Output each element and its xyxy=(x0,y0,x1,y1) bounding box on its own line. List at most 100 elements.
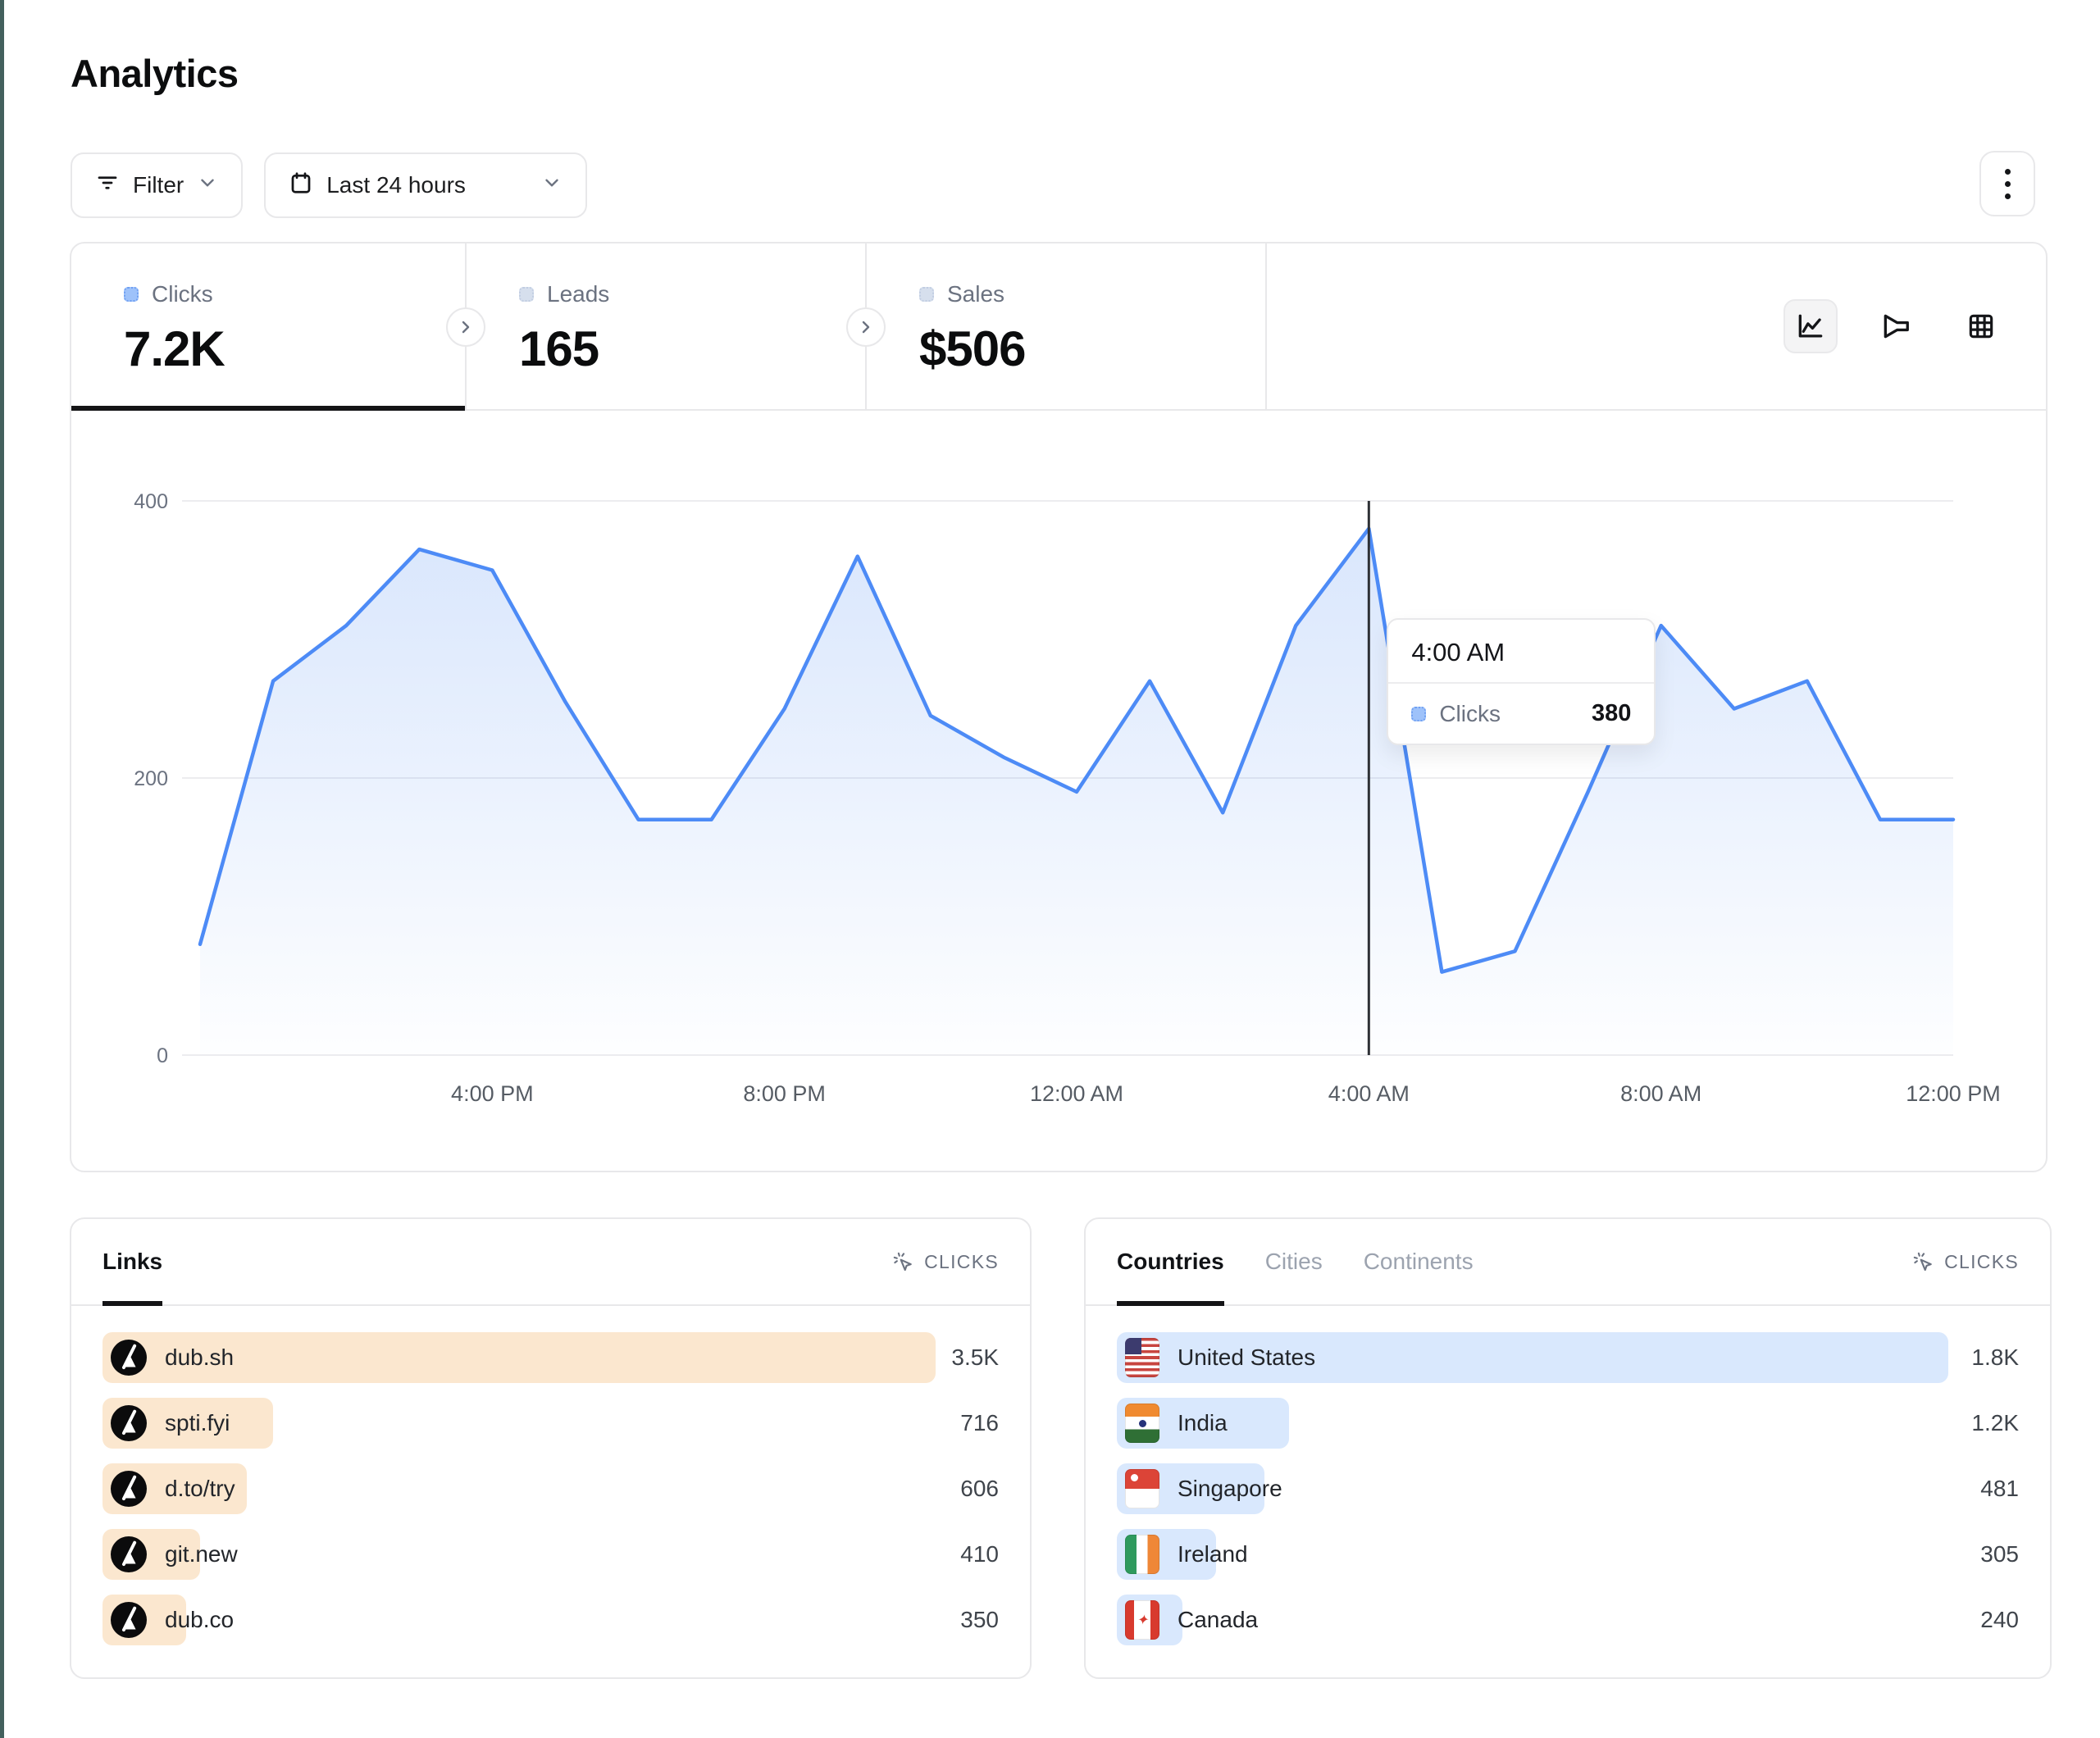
countries-tabs: Countries Cities Continents xyxy=(1117,1219,1474,1304)
tab-sales[interactable]: Sales $506 xyxy=(867,243,1265,409)
clicks-chart: 02004004:00 PM8:00 PM12:00 AM4:00 AM8:00… xyxy=(71,411,2046,1172)
tab-countries[interactable]: Countries xyxy=(1117,1219,1224,1304)
row-value: 606 xyxy=(960,1476,999,1502)
expand-leads-chevron[interactable] xyxy=(846,307,886,347)
date-range-button[interactable]: Last 24 hours xyxy=(264,152,587,218)
countries-metric-header[interactable]: CLICKS xyxy=(1912,1251,2019,1273)
chevron-right-icon xyxy=(856,317,876,337)
tab-links[interactable]: Links xyxy=(102,1219,162,1304)
row-label: d.to/try xyxy=(165,1476,235,1502)
us-flag-icon xyxy=(1125,1338,1159,1377)
x-axis-tick: 12:00 PM xyxy=(1906,1081,2001,1106)
row-value: 716 xyxy=(960,1410,999,1436)
row-label: git.new xyxy=(165,1541,238,1567)
links-metric-header[interactable]: CLICKS xyxy=(892,1251,999,1273)
y-axis-tick: 400 xyxy=(134,490,168,513)
filter-icon xyxy=(95,171,120,201)
row-label: dub.co xyxy=(165,1607,234,1633)
mouse-pointer-click-icon xyxy=(1912,1251,1934,1273)
countries-list: United States 1.8K India 1.2K Singapore481 Ir… xyxy=(1086,1306,2050,1672)
country-row[interactable]: Singapore481 xyxy=(1117,1463,2019,1514)
ca-flag-icon: ✦ xyxy=(1125,1600,1159,1640)
leads-value: 165 xyxy=(519,321,865,377)
clicks-tab-label: Clicks xyxy=(152,281,213,307)
row-label: spti.fyi xyxy=(165,1410,230,1436)
link-row[interactable]: git.new 410 xyxy=(102,1529,999,1580)
dub-logo-icon xyxy=(111,1340,147,1376)
country-row[interactable]: United States 1.8K xyxy=(1117,1332,2019,1383)
row-value: 1.2K xyxy=(1971,1410,2019,1436)
y-axis-tick: 200 xyxy=(134,767,168,790)
dub-logo-icon xyxy=(111,1536,147,1572)
country-row[interactable]: Ireland 305 xyxy=(1117,1529,2019,1580)
calendar-icon xyxy=(289,171,313,201)
tab-clicks[interactable]: Clicks 7.2K xyxy=(71,243,465,409)
clicks-chart-region[interactable]: 02004004:00 PM8:00 PM12:00 AM4:00 AM8:00… xyxy=(71,411,2046,1171)
leads-tab-label: Leads xyxy=(547,281,609,307)
sg-flag-icon xyxy=(1125,1469,1159,1508)
row-value: 410 xyxy=(960,1541,999,1567)
links-list: dub.sh3.5K spti.fyi 716 d.to/try 606 git.new 4… xyxy=(71,1306,1030,1672)
tooltip-series-chip xyxy=(1411,707,1426,721)
chevron-right-icon xyxy=(456,317,476,337)
row-label: India xyxy=(1178,1410,1228,1436)
link-row[interactable]: dub.co 350 xyxy=(102,1595,999,1645)
row-label: Canada xyxy=(1178,1607,1258,1633)
clicks-value: 7.2K xyxy=(124,321,465,377)
country-row[interactable]: India 1.2K xyxy=(1117,1398,2019,1449)
more-options-button[interactable] xyxy=(1979,151,2035,216)
chart-view-switcher xyxy=(1783,299,2008,353)
dub-logo-icon xyxy=(111,1471,147,1507)
sidebar-edge xyxy=(0,0,4,1738)
tab-cities[interactable]: Cities xyxy=(1265,1219,1323,1304)
x-axis-tick: 8:00 AM xyxy=(1620,1081,1701,1106)
table-grid-icon xyxy=(1966,311,1997,342)
date-range-label: Last 24 hours xyxy=(326,172,466,198)
sales-tab-label: Sales xyxy=(947,281,1004,307)
filter-button[interactable]: Filter xyxy=(71,152,243,218)
links-panel: Links CLICKS dub.sh3.5K spti.fyi 716 d.to/t… xyxy=(70,1217,1032,1679)
divider xyxy=(1265,243,1267,409)
row-label: Ireland xyxy=(1178,1541,1248,1567)
x-axis-tick: 8:00 PM xyxy=(743,1081,826,1106)
sales-value: $506 xyxy=(919,321,1265,377)
funnel-chart-view-button[interactable] xyxy=(1869,299,1923,353)
toolbar: Filter Last 24 hours xyxy=(71,152,587,218)
table-view-button[interactable] xyxy=(1954,299,2008,353)
leads-legend-chip xyxy=(519,287,534,302)
row-value: 240 xyxy=(1980,1607,2019,1633)
row-value: 3.5K xyxy=(951,1344,999,1371)
row-value: 305 xyxy=(1980,1541,2019,1567)
link-row[interactable]: dub.sh3.5K xyxy=(102,1332,999,1383)
link-row[interactable]: spti.fyi 716 xyxy=(102,1398,999,1449)
line-chart-view-button[interactable] xyxy=(1783,299,1838,353)
analytics-card: Clicks 7.2K Leads 165 xyxy=(70,242,2048,1172)
analytics-page: Analytics Filter Last 24 hours xyxy=(0,0,2100,1738)
tooltip-series-label: Clicks xyxy=(1439,701,1501,727)
mouse-pointer-click-icon xyxy=(892,1251,914,1273)
country-row[interactable]: ✦ Canada 240 xyxy=(1117,1595,2019,1645)
sales-legend-chip xyxy=(919,287,934,302)
countries-panel: Countries Cities Continents CLICKS United … xyxy=(1084,1217,2052,1679)
dub-logo-icon xyxy=(111,1405,147,1441)
row-value: 350 xyxy=(960,1607,999,1633)
kebab-icon xyxy=(2005,169,2011,175)
filter-label: Filter xyxy=(133,172,184,198)
links-metric-label: CLICKS xyxy=(924,1251,999,1273)
chevron-down-icon xyxy=(197,172,218,199)
tooltip-time: 4:00 AM xyxy=(1388,620,1654,684)
chart-tooltip: 4:00 AM Clicks 380 xyxy=(1387,618,1656,745)
tab-continents[interactable]: Continents xyxy=(1364,1219,1474,1304)
in-flag-icon xyxy=(1125,1404,1159,1443)
expand-clicks-chevron[interactable] xyxy=(446,307,485,347)
row-label: Singapore xyxy=(1178,1476,1282,1502)
row-value: 1.8K xyxy=(1971,1344,2019,1371)
row-label: United States xyxy=(1178,1344,1315,1371)
x-axis-tick: 12:00 AM xyxy=(1030,1081,1123,1106)
link-row[interactable]: d.to/try 606 xyxy=(102,1463,999,1514)
tooltip-value: 380 xyxy=(1592,700,1631,727)
y-axis-tick: 0 xyxy=(157,1044,168,1067)
clicks-legend-chip xyxy=(124,287,139,302)
tab-leads[interactable]: Leads 165 xyxy=(467,243,865,409)
countries-metric-label: CLICKS xyxy=(1944,1251,2019,1273)
